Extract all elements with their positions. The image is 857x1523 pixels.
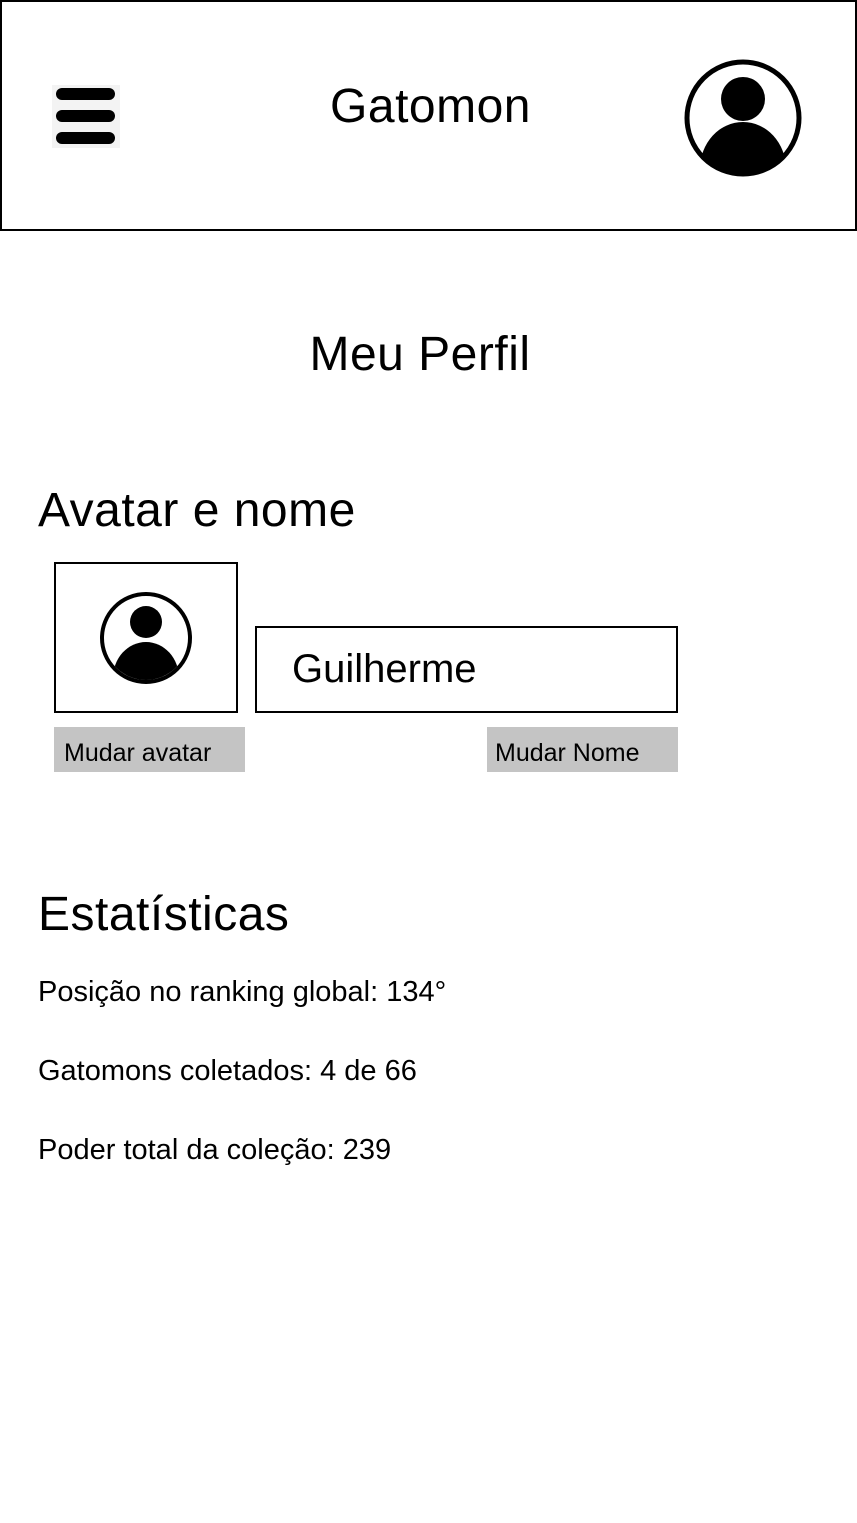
profile-button[interactable] bbox=[684, 59, 802, 177]
stat-power: Poder total da coleção: 239 bbox=[38, 1134, 392, 1166]
stat-collected: Gatomons coletados: 4 de 66 bbox=[38, 1055, 417, 1087]
app-header: Gatomon bbox=[0, 0, 857, 231]
avatar-preview bbox=[54, 562, 238, 713]
change-avatar-button[interactable]: Mudar avatar bbox=[54, 727, 245, 772]
avatar-section-heading: Avatar e nome bbox=[38, 484, 356, 537]
change-name-button[interactable]: Mudar Nome bbox=[487, 727, 678, 772]
user-avatar-icon bbox=[684, 59, 802, 177]
name-input[interactable] bbox=[255, 626, 678, 713]
user-avatar-icon bbox=[100, 592, 192, 684]
stats-section-heading: Estatísticas bbox=[38, 888, 290, 941]
stat-ranking: Posição no ranking global: 134° bbox=[38, 976, 447, 1008]
page-title: Meu Perfil bbox=[309, 328, 531, 381]
